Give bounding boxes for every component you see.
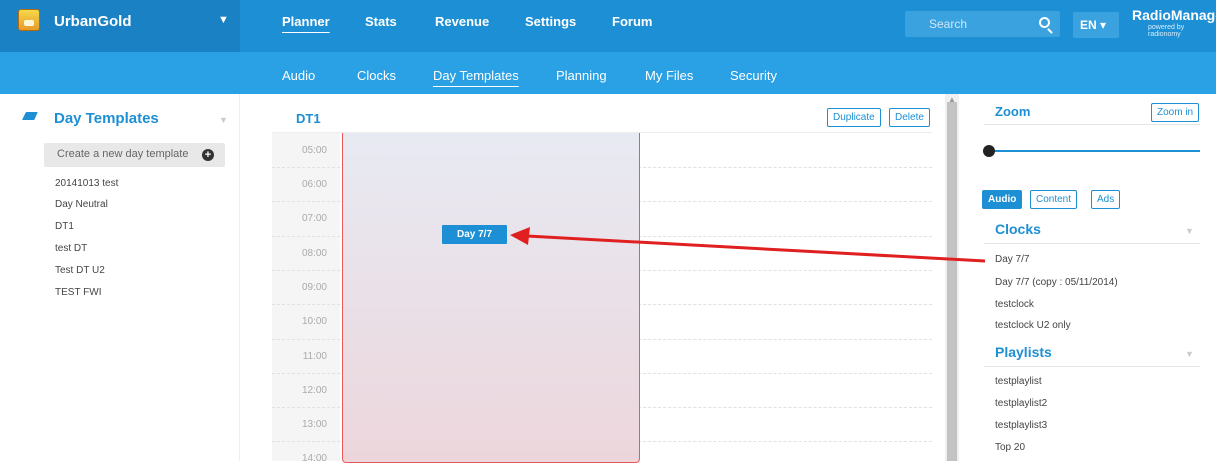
- divider: [984, 124, 1200, 125]
- template-item[interactable]: test DT: [55, 243, 87, 254]
- day-template-block[interactable]: [342, 133, 640, 463]
- time-label: 07:00: [301, 213, 327, 224]
- time-label: 09:00: [301, 282, 327, 293]
- clock-chip[interactable]: Day 7/7: [442, 225, 507, 244]
- brand-subtitle: powered by radionomy: [1148, 24, 1185, 38]
- search-placeholder: Search: [929, 17, 968, 31]
- nav-forum[interactable]: Forum: [612, 14, 652, 29]
- tab-content[interactable]: Content: [1030, 190, 1078, 209]
- time-label: 14:00: [301, 453, 327, 464]
- divider: [984, 366, 1200, 367]
- template-item[interactable]: DT1: [55, 221, 74, 232]
- playlist-item[interactable]: testplaylist: [995, 376, 1042, 387]
- playlist-item[interactable]: testplaylist2: [995, 398, 1047, 409]
- station-logo: [18, 9, 40, 31]
- divider: [984, 243, 1200, 244]
- time-label: 13:00: [301, 419, 327, 430]
- template-item[interactable]: Day Neutral: [55, 199, 108, 210]
- subnav-security[interactable]: Security: [730, 68, 777, 83]
- playlist-item[interactable]: testplaylist3: [995, 420, 1047, 431]
- time-label: 12:00: [301, 385, 327, 396]
- template-item[interactable]: Test DT U2: [55, 265, 105, 276]
- template-item[interactable]: 20141013 test: [55, 178, 118, 189]
- clock-item[interactable]: testclock: [995, 299, 1034, 310]
- time-label: 11:00: [302, 351, 327, 362]
- sub-nav-bar: [0, 52, 1216, 94]
- subnav-my-files[interactable]: My Files: [645, 68, 693, 83]
- subnav-day-templates[interactable]: Day Templates: [433, 68, 519, 83]
- clocks-section-title[interactable]: Clocks: [995, 221, 1041, 237]
- chevron-down-icon[interactable]: ▼: [219, 115, 228, 125]
- tab-ads[interactable]: Ads: [1091, 190, 1121, 209]
- create-button-label: Create a new day template: [57, 148, 189, 160]
- zoom-slider-handle[interactable]: [983, 145, 995, 157]
- nav-settings[interactable]: Settings: [525, 14, 576, 29]
- nav-planner[interactable]: Planner: [282, 14, 330, 29]
- playlist-item[interactable]: Top 20: [995, 442, 1025, 453]
- plus-icon: +: [202, 149, 214, 161]
- zoom-in-button[interactable]: Zoom in: [1151, 103, 1200, 122]
- scrollbar-thumb[interactable]: [947, 102, 957, 461]
- chevron-down-icon[interactable]: ▼: [218, 14, 229, 26]
- template-title: DT1: [296, 111, 321, 126]
- chevron-down-icon[interactable]: ▼: [1185, 349, 1194, 359]
- nav-stats[interactable]: Stats: [365, 14, 397, 29]
- delete-button[interactable]: Delete: [889, 108, 930, 127]
- chevron-down-icon[interactable]: ▼: [1185, 226, 1194, 236]
- create-day-template-button[interactable]: Create a new day template +: [44, 143, 225, 167]
- brand-logo: RadioManager: [1132, 7, 1216, 23]
- time-label: 08:00: [301, 248, 327, 259]
- subnav-clocks[interactable]: Clocks: [357, 68, 396, 83]
- clock-item[interactable]: Day 7/7: [995, 254, 1029, 265]
- tab-audio[interactable]: Audio: [982, 190, 1023, 209]
- search-icon[interactable]: [1039, 17, 1050, 28]
- clock-item[interactable]: testclock U2 only: [995, 320, 1071, 331]
- nav-revenue[interactable]: Revenue: [435, 14, 489, 29]
- search-input[interactable]: Search: [905, 11, 1060, 37]
- zoom-title: Zoom: [995, 104, 1031, 119]
- time-label: 06:00: [301, 179, 327, 190]
- template-item[interactable]: TEST FWI: [55, 287, 101, 298]
- clock-item[interactable]: Day 7/7 (copy : 05/11/2014): [995, 277, 1118, 288]
- time-label: 10:00: [301, 316, 327, 327]
- station-name[interactable]: UrbanGold: [54, 13, 132, 30]
- subnav-planning[interactable]: Planning: [556, 68, 607, 83]
- time-label: 05:00: [301, 145, 327, 156]
- zoom-slider[interactable]: [992, 150, 1200, 152]
- subnav-audio[interactable]: Audio: [282, 68, 315, 83]
- panel-title: Day Templates: [54, 110, 159, 127]
- scroll-up-icon[interactable]: ▲: [948, 95, 956, 104]
- duplicate-button[interactable]: Duplicate: [827, 108, 881, 127]
- language-dropdown[interactable]: EN ▾: [1073, 12, 1119, 38]
- playlists-section-title[interactable]: Playlists: [995, 344, 1052, 360]
